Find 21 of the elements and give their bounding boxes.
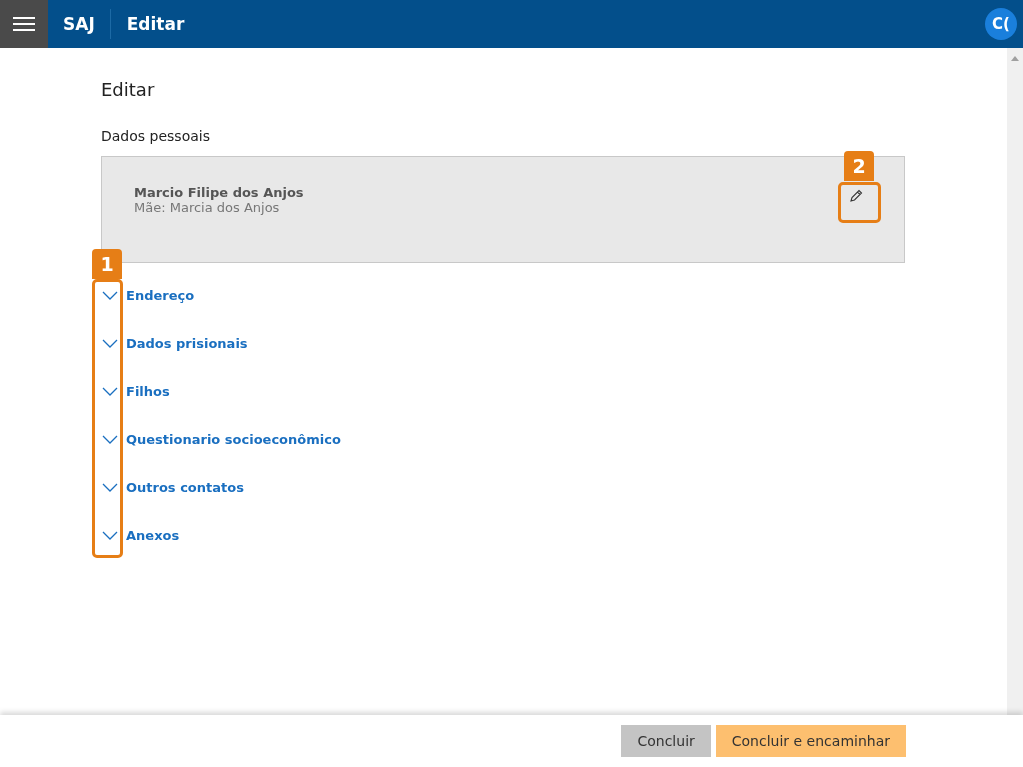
pencil-icon bbox=[849, 188, 863, 203]
page-title: Editar bbox=[125, 14, 186, 34]
mother-name: Mãe: Marcia dos Anjos bbox=[134, 199, 280, 215]
user-avatar[interactable]: C( bbox=[985, 8, 1017, 40]
callout-number: 2 bbox=[844, 151, 874, 181]
section-heading: Dados pessoais bbox=[101, 128, 211, 144]
app-name: SAJ bbox=[62, 14, 96, 34]
finish-button[interactable]: Concluir bbox=[621, 725, 711, 757]
section-toggle[interactable]: Questionario socioeconômico bbox=[126, 431, 341, 447]
section-toggle[interactable]: Filhos bbox=[126, 383, 170, 399]
section-toggle[interactable]: Endereço bbox=[126, 287, 195, 303]
forward-button[interactable]: Concluir e encaminhar bbox=[715, 725, 906, 757]
section-toggle[interactable]: Outros contatos bbox=[126, 479, 244, 495]
section-toggle[interactable]: Dados prisionais bbox=[126, 335, 248, 351]
heading: Editar bbox=[101, 79, 156, 102]
scrollbar[interactable] bbox=[1007, 48, 1023, 715]
menu-icon bbox=[13, 17, 35, 31]
menu-button[interactable] bbox=[0, 0, 48, 48]
section-toggle[interactable]: Anexos bbox=[126, 527, 180, 543]
callout-number: 1 bbox=[92, 249, 122, 279]
person-name: Marcio Filipe dos Anjos bbox=[134, 184, 304, 200]
